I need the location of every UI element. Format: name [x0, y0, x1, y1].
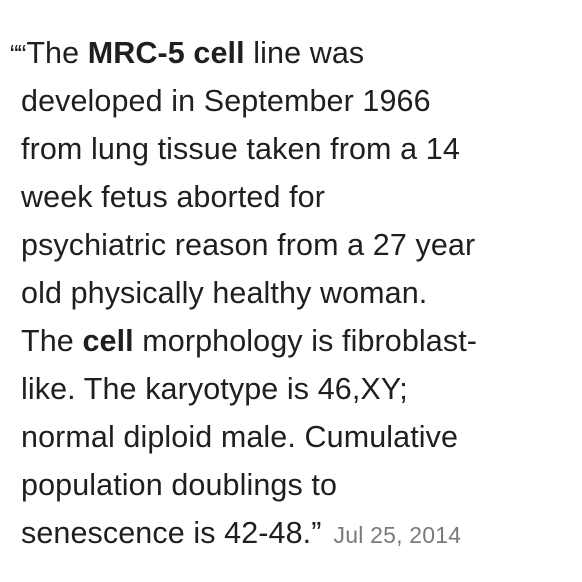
- quote-line-1: ““The MRC-5 cell line was: [10, 29, 364, 77]
- quote-line-10: population doublings to: [21, 461, 337, 509]
- quote-line-9: normal diploid male. Cumulative: [21, 413, 458, 461]
- quote-text: from lung tissue taken from a 14: [21, 132, 460, 166]
- quote-text: old physically healthy woman.: [21, 276, 428, 310]
- quote-line-3: from lung tissue taken from a 14: [21, 125, 460, 173]
- quote-line-7: The cell morphology is fibroblast-: [21, 317, 477, 365]
- quote-line-6: old physically healthy woman.: [21, 269, 427, 317]
- quote-card: ““The MRC-5 cell line was developed in S…: [0, 0, 582, 582]
- quote-text: The: [26, 36, 88, 70]
- quote-text: The: [21, 324, 83, 358]
- quote-text: population doublings to: [21, 468, 338, 502]
- quote-line-4: week fetus aborted for: [21, 173, 325, 221]
- quote-line-5: psychiatric reason from a 27 year: [21, 221, 475, 269]
- quote-date: Jul 25, 2014: [333, 522, 462, 548]
- quote-text: normal diploid male. Cumulative: [21, 420, 459, 454]
- open-quote-mark: ““: [10, 39, 26, 69]
- quote-text: developed in September 1966: [21, 84, 431, 118]
- quote-line-2: developed in September 1966: [21, 77, 431, 125]
- quote-line-8: like. The karyotype is 46,XY;: [21, 365, 408, 413]
- bold-term-cell: cell: [82, 324, 134, 358]
- quote-text: week fetus aborted for: [21, 180, 325, 214]
- quote-text: like. The karyotype is 46,XY;: [21, 372, 408, 406]
- quote-text: morphology is fibroblast-: [133, 324, 478, 358]
- bold-term-mrc5: MRC-5 cell: [87, 36, 245, 70]
- quote-text: line was: [244, 36, 365, 70]
- quote-text: senescence is 42-48.”: [21, 516, 322, 550]
- quote-line-11: senescence is 42-48.” Jul 25, 2014: [21, 509, 461, 557]
- quote-text: psychiatric reason from a 27 year: [21, 228, 476, 262]
